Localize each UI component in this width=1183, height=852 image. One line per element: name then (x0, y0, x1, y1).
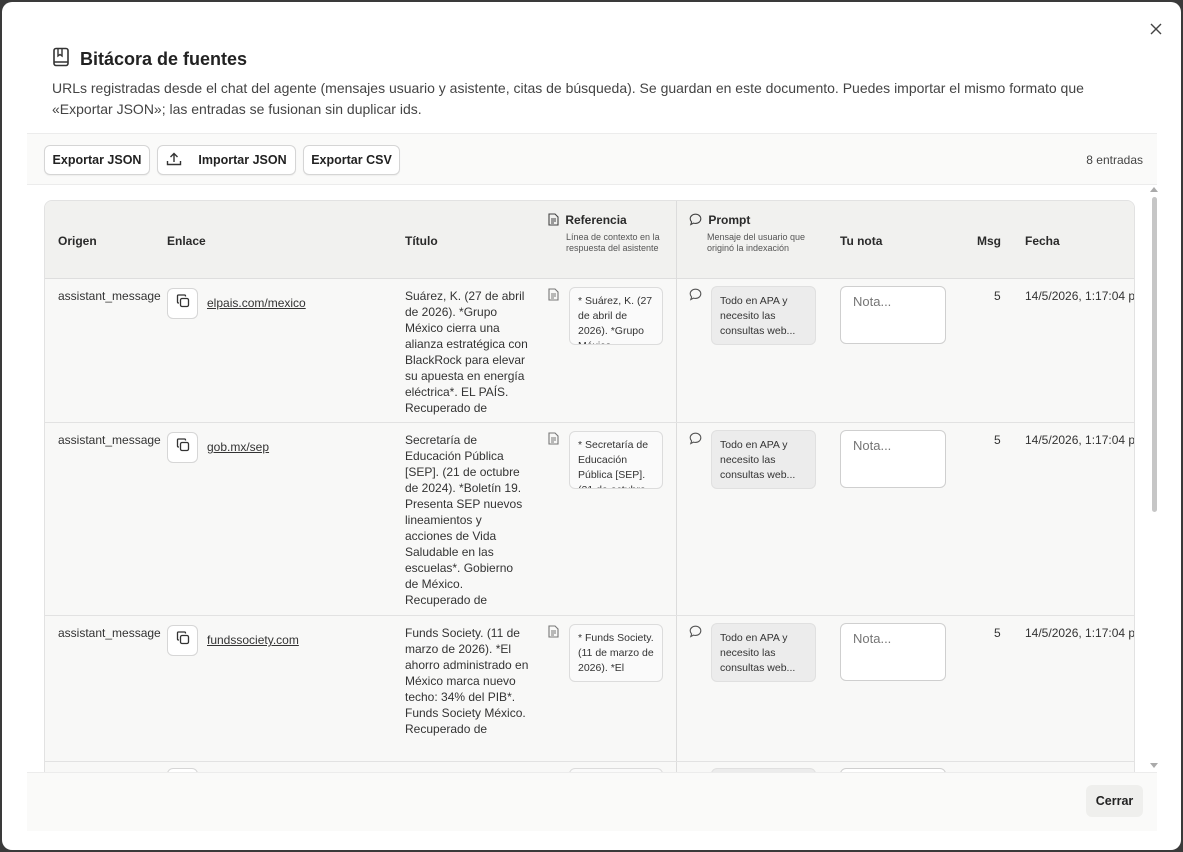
row-origin: assistant_message (58, 289, 161, 303)
row-reference[interactable]: * Secretaría de Educación Pública [SEP].… (569, 431, 663, 489)
copy-icon (176, 294, 190, 313)
row-date: 14/5/2026, 1:17:04 p.m. (1025, 289, 1135, 303)
row-reference[interactable]: * Funds Society. (11 de marzo de 2026). … (569, 624, 663, 682)
col-reference: Referencia Línea de contexto en la respu… (548, 213, 666, 254)
col-reference-desc: Línea de contexto en la respuesta del as… (566, 232, 660, 253)
row-msg: 5 (994, 433, 1001, 447)
document-icon (548, 625, 559, 643)
row-title: Secretaría de Educación Pública [SEP]. (… (405, 433, 523, 607)
table-row: assistant_message fundssociety.com Funds… (45, 616, 1134, 762)
row-msg: 5 (994, 626, 1001, 640)
col-title: Título (405, 234, 438, 248)
table-scrollbar[interactable] (1149, 187, 1159, 770)
sources-log-dialog: Bitácora de fuentes URLs registradas des… (2, 2, 1181, 850)
row-origin: assistant_message (58, 626, 161, 640)
dialog-description: URLs registradas desde el chat del agent… (52, 80, 1084, 117)
copy-link-button[interactable] (167, 625, 198, 656)
row-title: Suárez, K. (27 de abril de 2026). *Grupo… (405, 289, 528, 415)
scroll-down-arrow-icon[interactable] (1150, 763, 1158, 768)
scroll-up-arrow-icon[interactable] (1150, 187, 1158, 192)
chat-bubble-icon (689, 213, 702, 227)
toolbar: Exportar JSON Importar JSON Exportar CSV… (27, 133, 1157, 185)
table-header: Origen Enlace Título Referencia Línea de… (45, 201, 1134, 279)
import-json-button[interactable]: Importar JSON (157, 145, 296, 175)
copy-icon (176, 631, 190, 650)
document-icon (548, 432, 559, 450)
row-msg: 5 (994, 289, 1001, 303)
row-title: Funds Society. (11 de marzo de 2026). *E… (405, 626, 529, 736)
table-row: assistant_message gob.mx/sep Secretaría … (45, 423, 1134, 616)
book-icon (52, 47, 70, 72)
col-note: Tu nota (840, 234, 883, 248)
col-prompt: Prompt Mensaje del usuario que originó l… (689, 213, 807, 254)
table-row: assistant_message elpais.com/mexico Suár… (45, 279, 1134, 423)
copy-link-button[interactable] (167, 288, 198, 319)
row-prompt[interactable]: Todo en APA y necesito las consultas web… (711, 430, 816, 489)
entry-count: 8 entradas (1086, 153, 1143, 167)
export-csv-button[interactable]: Exportar CSV (303, 145, 400, 175)
chat-bubble-icon (689, 432, 702, 450)
copy-icon (176, 438, 190, 457)
copy-link-button[interactable] (167, 432, 198, 463)
row-reference[interactable]: * Suárez, K. (27 de abril de 2026). *Gru… (569, 287, 663, 345)
row-date: 14/5/2026, 1:17:04 p.m. (1025, 626, 1135, 640)
source-link[interactable]: elpais.com/mexico (207, 296, 306, 310)
col-link: Enlace (167, 234, 206, 248)
upload-icon (166, 152, 182, 169)
close-button[interactable]: Cerrar (1086, 785, 1143, 817)
row-date: 14/5/2026, 1:17:04 p.m. (1025, 433, 1135, 447)
note-input[interactable] (840, 286, 946, 344)
dialog-header: Bitácora de fuentes (52, 47, 247, 72)
source-link[interactable]: gob.mx/sep (207, 440, 269, 454)
document-icon (548, 288, 559, 306)
note-input[interactable] (840, 623, 946, 681)
col-prompt-desc: Mensaje del usuario que originó la index… (707, 232, 806, 253)
chat-bubble-icon (689, 625, 702, 643)
col-date: Fecha (1025, 234, 1060, 248)
scroll-thumb[interactable] (1152, 197, 1157, 512)
dialog-title: Bitácora de fuentes (80, 49, 248, 69)
note-input[interactable] (840, 430, 946, 488)
col-origin: Origen (58, 234, 97, 248)
document-icon (548, 213, 559, 227)
row-prompt[interactable]: Todo en APA y necesito las consultas web… (711, 286, 816, 345)
row-origin: assistant_message (58, 433, 161, 447)
export-json-button[interactable]: Exportar JSON (44, 145, 150, 175)
col-msg: Msg (977, 234, 1001, 248)
chat-bubble-icon (689, 288, 702, 306)
source-link[interactable]: fundssociety.com (207, 633, 299, 647)
row-prompt[interactable]: Todo en APA y necesito las consultas web… (711, 623, 816, 682)
dialog-footer: Cerrar (27, 772, 1157, 831)
close-icon[interactable] (1145, 18, 1167, 40)
sources-table: Origen Enlace Título Referencia Línea de… (44, 200, 1135, 774)
